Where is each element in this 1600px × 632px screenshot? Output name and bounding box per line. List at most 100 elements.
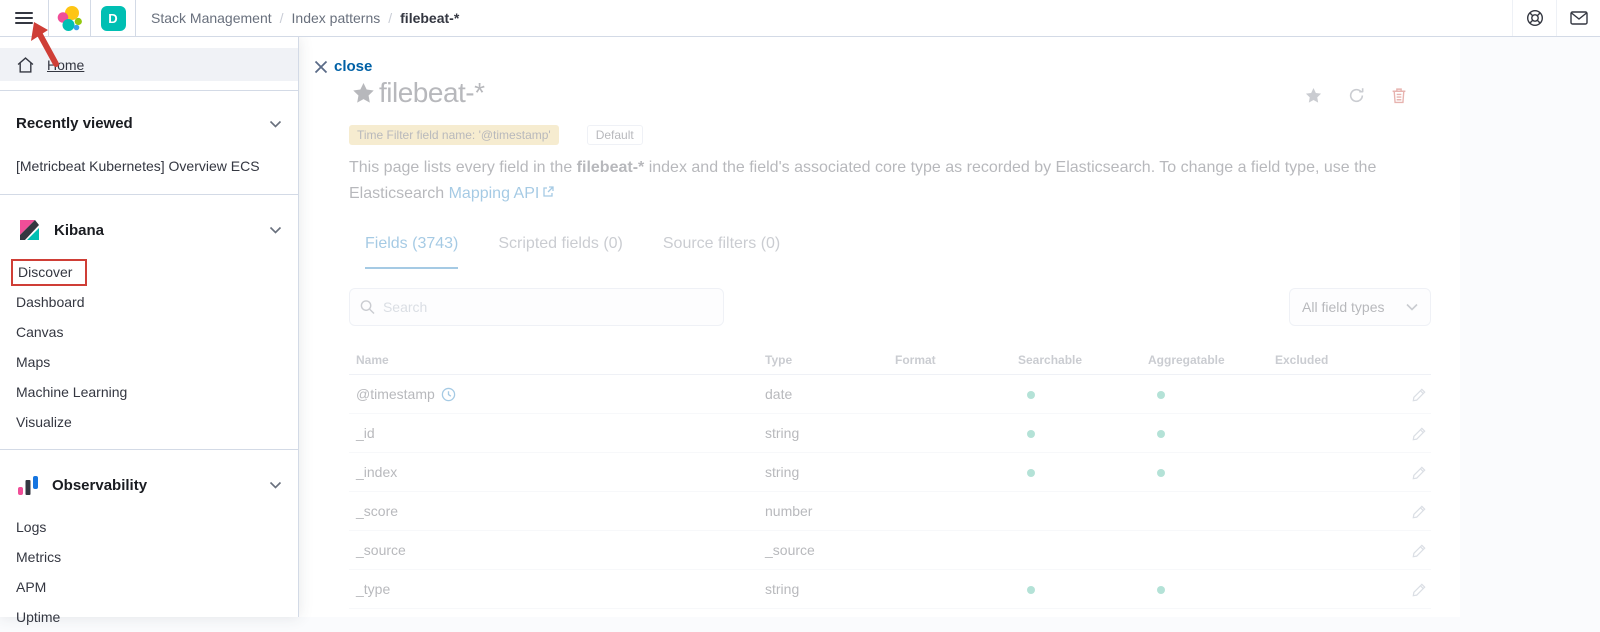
fields-table: Name Type Format Searchable Aggregatable…: [349, 345, 1431, 609]
edit-field-button[interactable]: [1389, 387, 1431, 402]
enabled-dot: [1027, 430, 1035, 438]
table-row: _source_source: [349, 531, 1431, 570]
table-row: @timestampdate: [349, 375, 1431, 414]
col-format: Format: [888, 353, 1011, 367]
page-title: filebeat-*: [379, 77, 485, 109]
delete-index-pattern-button[interactable]: [1391, 87, 1407, 104]
breadcrumb-index-patterns[interactable]: Index patterns: [292, 10, 381, 26]
sidebar-item[interactable]: Dashboard: [16, 287, 282, 317]
time-field-clock-icon: [441, 387, 456, 402]
kibana-nav-list: DiscoverDashboardCanvasMapsMachine Learn…: [16, 257, 282, 437]
breadcrumb-current-page: filebeat-*: [400, 10, 459, 26]
kibana-logo-icon: [16, 217, 42, 243]
observability-group-toggle[interactable]: Observability: [16, 472, 282, 498]
star-icon: [1305, 87, 1322, 104]
search-input[interactable]: [383, 299, 713, 315]
sidebar-divider: [0, 449, 298, 450]
edit-field-button[interactable]: [1389, 582, 1431, 597]
fields-table-body: @timestampdate_idstring_indexstring_scor…: [349, 375, 1431, 609]
annotation-highlight-box: Discover: [11, 259, 87, 286]
col-excluded: Excluded: [1268, 353, 1389, 367]
col-aggregatable: Aggregatable: [1141, 353, 1268, 367]
header-actions: [1305, 87, 1407, 104]
edit-pencil-icon: [1412, 582, 1427, 597]
elastic-logo-button[interactable]: [49, 0, 90, 36]
sidebar-item[interactable]: Uptime: [16, 602, 282, 632]
tab-fields[interactable]: Fields (3743): [365, 235, 458, 269]
field-search-box[interactable]: [349, 288, 724, 326]
enabled-dot: [1027, 391, 1035, 399]
table-row: _scorenumber: [349, 492, 1431, 531]
chevron-down-icon: [269, 120, 282, 128]
search-icon: [360, 299, 375, 315]
observability-logo-icon: [16, 472, 40, 498]
chevron-down-icon: [1406, 303, 1418, 311]
edit-field-button[interactable]: [1389, 543, 1431, 558]
field-searchable-cell: [1011, 464, 1141, 480]
fields-toolbar: All field types: [349, 288, 1431, 326]
sidebar-item[interactable]: Visualize: [16, 407, 282, 437]
set-default-button[interactable]: [1305, 87, 1322, 104]
field-type-cell: string: [758, 425, 888, 441]
breadcrumb: Stack Management / Index patterns / file…: [151, 10, 459, 26]
tab-scripted-fields[interactable]: Scripted fields (0): [498, 235, 623, 269]
field-name-cell: @timestamp: [349, 386, 758, 402]
mapping-api-link[interactable]: Mapping API: [449, 185, 540, 202]
sidebar-item[interactable]: Logs: [16, 512, 282, 542]
home-label: Home: [47, 57, 84, 73]
enabled-dot: [1027, 586, 1035, 594]
tabs: Fields (3743) Scripted fields (0) Source…: [365, 235, 780, 269]
kibana-group-toggle[interactable]: Kibana: [16, 217, 282, 243]
help-icon: [1526, 9, 1544, 27]
field-type-filter[interactable]: All field types: [1289, 288, 1431, 326]
refresh-icon: [1348, 87, 1365, 104]
breadcrumb-stack-management[interactable]: Stack Management: [151, 10, 272, 26]
breadcrumb-separator: /: [388, 10, 392, 26]
field-searchable-cell: [1011, 425, 1141, 441]
sidebar-item-home[interactable]: Home: [0, 48, 298, 81]
newsfeed-button[interactable]: [1556, 0, 1600, 36]
field-type-cell: _source: [758, 542, 888, 558]
dimmed-content: filebeat-* Time Filte: [299, 37, 1460, 617]
enabled-dot: [1157, 391, 1165, 399]
close-flyout-button[interactable]: close: [314, 58, 372, 75]
elastic-logo-icon: [56, 5, 83, 32]
field-name-cell: _index: [349, 464, 758, 480]
field-searchable-cell: [1011, 386, 1141, 402]
field-name-cell: _type: [349, 581, 758, 597]
time-filter-badge: Time Filter field name: '@timestamp': [349, 125, 559, 145]
refresh-fields-button[interactable]: [1348, 87, 1365, 104]
recently-viewed-item[interactable]: [Metricbeat Kubernetes] Overview ECS: [16, 158, 282, 174]
close-label: close: [334, 58, 372, 75]
recently-viewed-toggle[interactable]: Recently viewed: [16, 115, 282, 132]
field-searchable-cell: [1011, 581, 1141, 597]
field-type-cell: string: [758, 581, 888, 597]
col-type: Type: [758, 353, 888, 367]
hamburger-icon: [15, 12, 33, 24]
menu-toggle-button[interactable]: [0, 0, 48, 36]
recently-viewed-section: Recently viewed [Metricbeat Kubernetes] …: [0, 115, 298, 174]
field-aggregatable-cell: [1141, 425, 1268, 441]
kibana-group-label: Kibana: [54, 222, 104, 239]
sidebar-item[interactable]: Canvas: [16, 317, 282, 347]
edit-pencil-icon: [1412, 465, 1427, 480]
enabled-dot: [1157, 469, 1165, 477]
edit-field-button[interactable]: [1389, 504, 1431, 519]
kibana-section: Kibana DiscoverDashboardCanvasMapsMachin…: [0, 217, 298, 437]
help-menu-button[interactable]: [1512, 0, 1556, 36]
space-selector-button[interactable]: D: [91, 0, 135, 36]
tab-source-filters[interactable]: Source filters (0): [663, 235, 780, 269]
sidebar-item[interactable]: Metrics: [16, 542, 282, 572]
sidebar-item[interactable]: Machine Learning: [16, 377, 282, 407]
topbar-divider: [135, 0, 136, 36]
edit-pencil-icon: [1412, 543, 1427, 558]
sidebar-item[interactable]: APM: [16, 572, 282, 602]
field-name-cell: _source: [349, 542, 758, 558]
edit-field-button[interactable]: [1389, 465, 1431, 480]
observability-section: Observability LogsMetricsAPMUptime: [0, 472, 298, 632]
page-description: This page lists every field in the fileb…: [349, 155, 1389, 207]
edit-field-button[interactable]: [1389, 426, 1431, 441]
sidebar-item[interactable]: Maps: [16, 347, 282, 377]
sidebar-item[interactable]: Discover: [16, 257, 282, 287]
enabled-dot: [1157, 430, 1165, 438]
